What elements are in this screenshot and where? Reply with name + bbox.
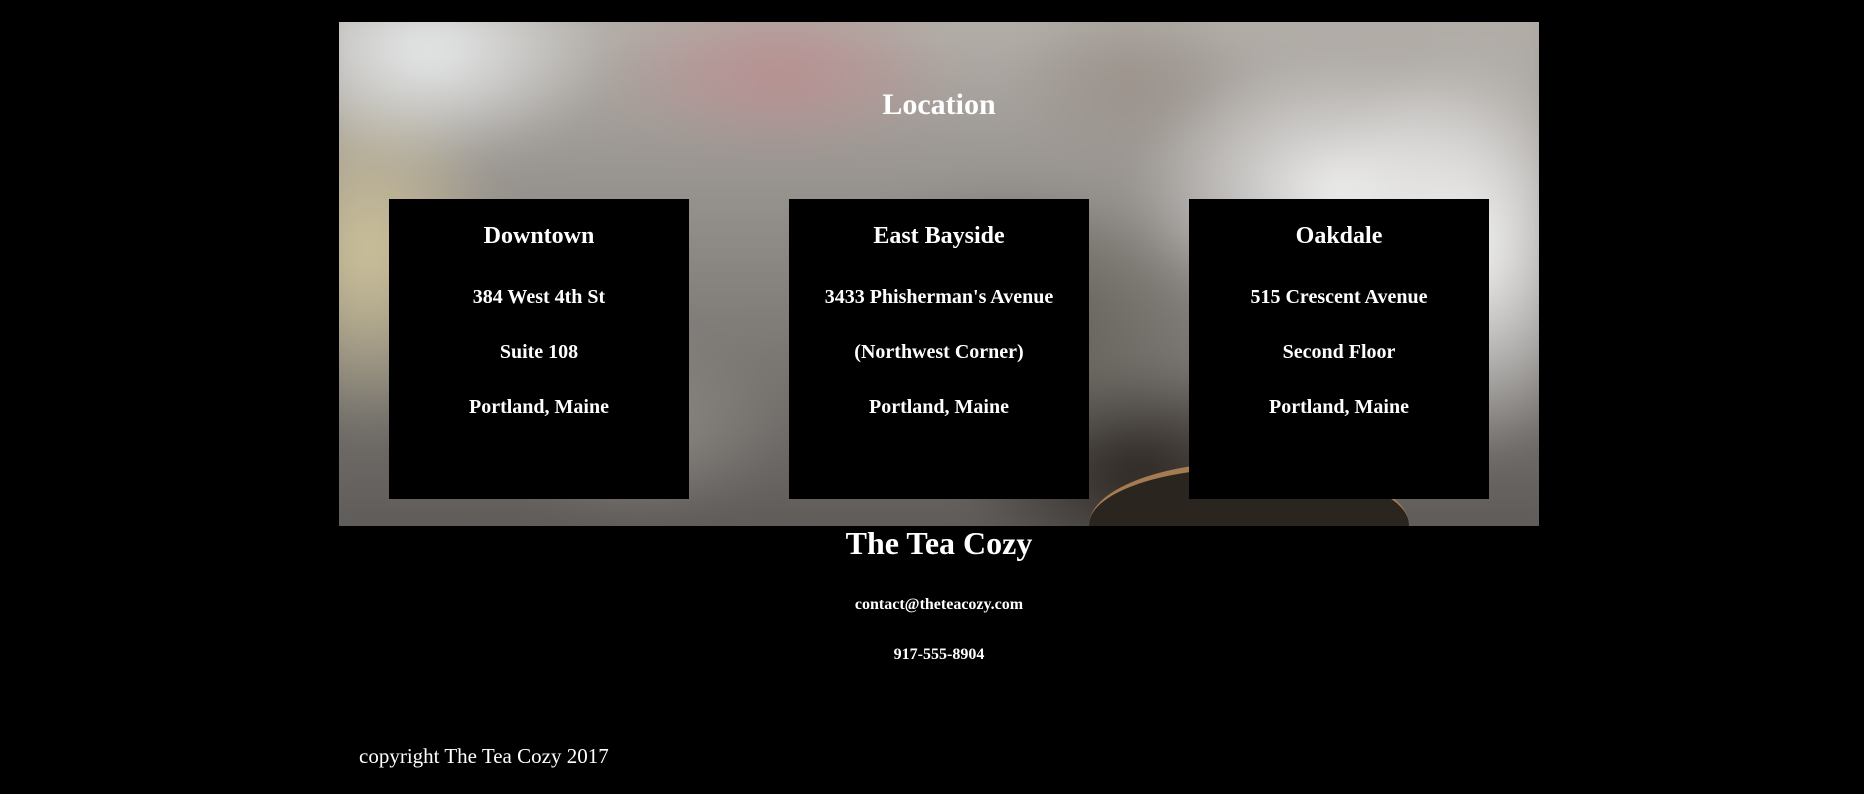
page: Location Downtown 384 West 4th St Suite … (0, 0, 1864, 794)
location-name: Oakdale (1295, 223, 1383, 249)
address-line: Portland, Maine (869, 396, 1009, 418)
footer-brand-title: The Tea Cozy (845, 525, 1033, 561)
address-line: 384 West 4th St (472, 286, 606, 308)
contact-email: contact@theteacozy.com (854, 596, 1024, 613)
location-name: Downtown (483, 223, 595, 249)
location-card-oakdale: Oakdale 515 Crescent Avenue Second Floor… (1189, 199, 1489, 499)
location-card-downtown: Downtown 384 West 4th St Suite 108 Portl… (389, 199, 689, 499)
location-card-east-bayside: East Bayside 3433 Phisherman's Avenue (N… (789, 199, 1089, 499)
contact-phone: 917-555-8904 (893, 646, 985, 663)
copyright-text: copyright The Tea Cozy 2017 (359, 744, 609, 768)
address-line: 515 Crescent Avenue (1250, 286, 1428, 308)
address-line: 3433 Phisherman's Avenue (824, 286, 1054, 308)
location-name: East Bayside (873, 223, 1005, 249)
location-heading: Location (882, 88, 996, 121)
location-section: Location Downtown 384 West 4th St Suite … (339, 22, 1539, 526)
address-line: Portland, Maine (469, 396, 609, 418)
address-line: Portland, Maine (1269, 396, 1409, 418)
address-line: Second Floor (1282, 341, 1396, 363)
address-line: (Northwest Corner) (854, 341, 1024, 363)
address-line: Suite 108 (499, 341, 579, 363)
